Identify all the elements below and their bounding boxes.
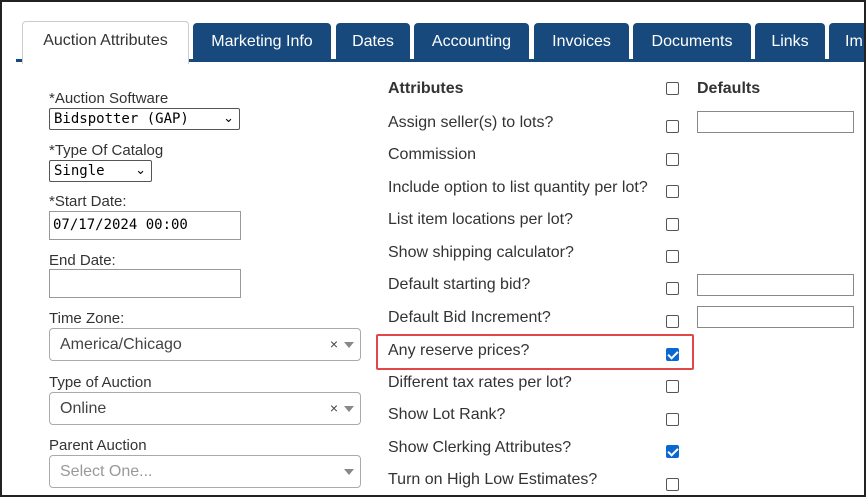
attribute-checkbox-locations[interactable]	[666, 218, 679, 231]
default-input-bid-increment[interactable]	[697, 306, 854, 328]
tab-links[interactable]: Links	[755, 23, 825, 62]
attribute-checkbox-lot-rank[interactable]	[666, 413, 679, 426]
attribute-label: Include option to list quantity per lot?	[388, 179, 648, 196]
defaults-header: Defaults	[697, 80, 761, 97]
parent-auction-select[interactable]: Select One...	[49, 455, 361, 488]
attribute-label: Different tax rates per lot?	[388, 374, 572, 391]
tab-auction-attributes[interactable]: Auction Attributes	[22, 21, 189, 64]
auction-type-label: Type of Auction	[49, 374, 152, 391]
auction-software-label: *Auction Software	[49, 90, 169, 107]
attribute-checkbox-clerking[interactable]	[666, 445, 679, 458]
attribute-label: List item locations per lot?	[388, 211, 573, 228]
time-zone-value: America/Chicago	[60, 336, 182, 353]
attribute-checkbox-tax-rates[interactable]	[666, 380, 679, 393]
auction-type-value: Online	[60, 400, 107, 417]
tab-dates[interactable]: Dates	[336, 23, 410, 62]
attribute-label: Show shipping calculator?	[388, 244, 574, 261]
attribute-checkbox-quantity[interactable]	[666, 185, 679, 198]
tab-im[interactable]: Im	[829, 23, 864, 62]
attribute-checkbox-starting-bid[interactable]	[666, 282, 679, 295]
chevron-down-icon: ⌄	[135, 163, 146, 178]
tab-bar: Auction Attributes Marketing Info Dates …	[16, 20, 864, 64]
auction-type-select[interactable]: Online ×	[49, 392, 361, 425]
auction-software-value: Bidspotter (GAP)	[54, 111, 189, 127]
start-date-input[interactable]: 07/17/2024 00:00	[49, 211, 241, 240]
attribute-label: Commission	[388, 146, 477, 163]
attribute-checkbox-assign-seller[interactable]	[666, 120, 679, 133]
attribute-checkbox-shipping[interactable]	[666, 250, 679, 263]
caret-down-icon	[344, 342, 354, 348]
catalog-type-label: *Type Of Catalog	[49, 142, 164, 159]
attribute-label: Show Clerking Attributes?	[388, 439, 572, 456]
time-zone-label: Time Zone:	[49, 310, 125, 327]
parent-auction-label: Parent Auction	[49, 437, 147, 454]
attribute-checkbox-commission[interactable]	[666, 153, 679, 166]
clear-icon[interactable]: ×	[330, 329, 338, 360]
attribute-label: Default starting bid?	[388, 276, 531, 293]
caret-down-icon	[344, 406, 354, 412]
attribute-label: Show Lot Rank?	[388, 406, 506, 423]
parent-auction-placeholder: Select One...	[60, 463, 153, 480]
time-zone-select[interactable]: America/Chicago ×	[49, 328, 361, 361]
chevron-down-icon: ⌄	[223, 111, 234, 126]
attribute-label: Default Bid Increment?	[388, 309, 551, 326]
default-input-starting-bid[interactable]	[697, 274, 854, 296]
tab-accounting[interactable]: Accounting	[414, 23, 529, 62]
highlight-box	[376, 334, 694, 370]
catalog-type-select[interactable]: Single ⌄	[49, 160, 152, 182]
attribute-checkbox-high-low[interactable]	[666, 478, 679, 491]
attribute-label: Assign seller(s) to lots?	[388, 114, 554, 131]
start-date-label: *Start Date:	[49, 193, 127, 210]
auction-software-select[interactable]: Bidspotter (GAP) ⌄	[49, 108, 240, 130]
end-date-label: End Date:	[49, 252, 116, 269]
catalog-type-value: Single	[54, 163, 105, 179]
end-date-input[interactable]	[49, 269, 241, 298]
attribute-checkbox-bid-increment[interactable]	[666, 315, 679, 328]
window-frame: Auction Attributes Marketing Info Dates …	[0, 0, 866, 497]
attribute-label: Turn on High Low Estimates?	[388, 471, 598, 488]
select-all-checkbox[interactable]	[666, 82, 679, 95]
default-input-assign-seller[interactable]	[697, 111, 854, 133]
attributes-header: Attributes	[388, 80, 464, 97]
tab-marketing-info[interactable]: Marketing Info	[193, 23, 331, 62]
tab-invoices[interactable]: Invoices	[534, 23, 629, 62]
clear-icon[interactable]: ×	[330, 393, 338, 424]
caret-down-icon	[344, 469, 354, 475]
tab-documents[interactable]: Documents	[633, 23, 751, 62]
